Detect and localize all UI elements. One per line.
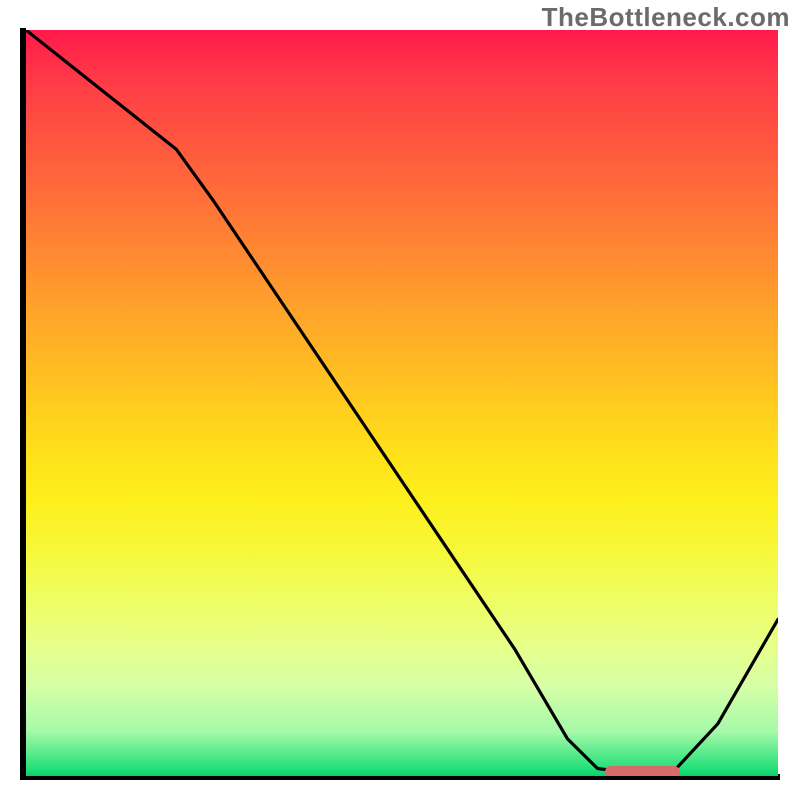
watermark-text: TheBottleneck.com bbox=[542, 2, 790, 33]
optimum-marker bbox=[605, 766, 680, 776]
plot-area bbox=[26, 30, 778, 776]
bottleneck-curve bbox=[26, 30, 778, 776]
chart-container: TheBottleneck.com bbox=[0, 0, 800, 800]
